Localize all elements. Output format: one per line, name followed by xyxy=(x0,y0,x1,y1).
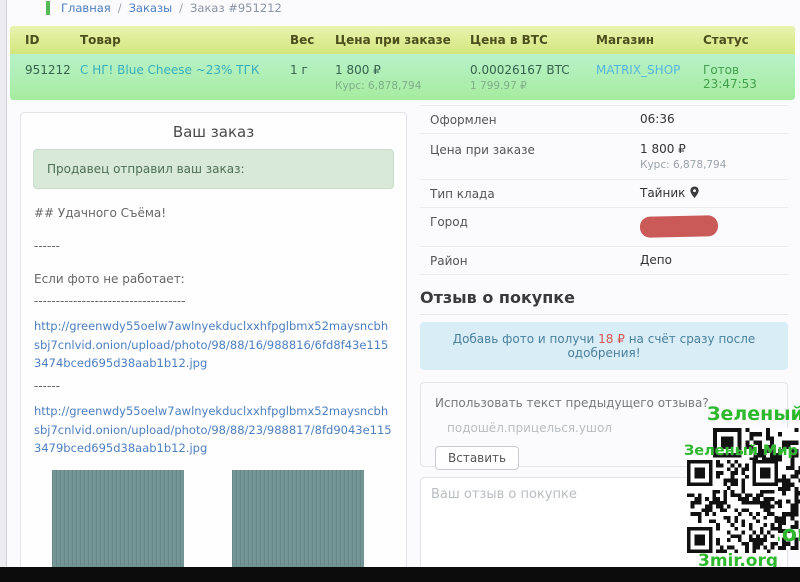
detail-value: 06:36 xyxy=(640,112,675,126)
map-pin-icon xyxy=(689,186,700,199)
order-summary-table: ID Товар Вес Цена при заказе Цена в BTC … xyxy=(10,26,795,100)
shop-link[interactable]: MATRIX_SHOP xyxy=(596,63,680,77)
order-details-table: Оформлен 06:36 Цена при заказе 1 800 ₽ К… xyxy=(420,105,788,275)
stash-photos xyxy=(52,470,406,582)
detail-label: Тип клада xyxy=(430,186,640,201)
order-page: Главная / Заказы / Заказ #951212 ID Това… xyxy=(0,0,800,582)
order-table-row: 951212 С НГ! Blue Cheese ~23% ТГК 1 г 1 … xyxy=(10,54,795,100)
message-separator: ------ xyxy=(34,237,393,255)
seller-sent-alert: Продавец отправил ваш заказ: xyxy=(33,149,394,189)
order-price-rate: Курс: 6,878,794 xyxy=(335,80,466,92)
stash-photo-thumbnail-2[interactable] xyxy=(232,470,364,582)
breadcrumb-separator: / xyxy=(179,1,183,15)
review-section-title: Отзыв о покупке xyxy=(420,288,788,315)
breadcrumb: Главная / Заказы / Заказ #951212 xyxy=(46,1,282,15)
order-price-btc-rub: 1 799.97 ₽ xyxy=(470,80,592,92)
detail-row-district: Район Депо xyxy=(420,247,788,275)
detail-value-stash: Тайник xyxy=(640,186,700,200)
detail-value: 1 800 ₽ xyxy=(640,142,726,156)
watermark-qr-code-front xyxy=(687,460,778,553)
detail-label: Цена при заказе xyxy=(430,142,640,157)
header-shop: Магазин xyxy=(596,26,703,54)
stash-photo-thumbnail-1[interactable] xyxy=(52,470,184,582)
order-price-cell: 1 800 ₽ Курс: 6,878,794 xyxy=(335,54,470,100)
breadcrumb-link-home[interactable]: Главная xyxy=(61,1,111,15)
detail-value: Депо xyxy=(640,253,672,267)
header-weight: Вес xyxy=(290,26,335,54)
detail-row-stash-type: Тип клада Тайник xyxy=(420,180,788,208)
detail-rate: Курс: 6,878,794 xyxy=(640,159,726,171)
product-link[interactable]: С НГ! Blue Cheese ~23% ТГК xyxy=(80,63,259,77)
order-weight: 1 г xyxy=(290,54,335,100)
detail-row-price: Цена при заказе 1 800 ₽ Курс: 6,878,794 xyxy=(420,134,788,180)
order-price-btc: 0.00026167 BTC xyxy=(470,63,592,77)
breadcrumb-accent-bar xyxy=(46,1,50,15)
watermark-site-name-back: Зеленый Мир xyxy=(707,403,800,425)
detail-label: Город xyxy=(430,214,640,229)
photo-link-1[interactable]: http://greenwdy55oelw7awlnyekduclxxhfpgl… xyxy=(34,317,393,373)
order-price: 1 800 ₽ xyxy=(335,63,466,77)
breadcrumb-current: Заказ #951212 xyxy=(190,1,282,15)
header-id: ID xyxy=(10,26,80,54)
message-separator: ------ xyxy=(34,377,393,395)
header-price: Цена при заказе xyxy=(335,26,470,54)
message-card-title: Ваш заказ xyxy=(21,123,406,141)
detail-label: Оформлен xyxy=(430,112,640,127)
breadcrumb-separator: / xyxy=(118,1,122,15)
order-message-card: Ваш заказ Продавец отправил ваш заказ: #… xyxy=(20,112,407,582)
message-greeting: ## Удачного Съёма! xyxy=(34,204,393,222)
promo-text: Добавь фото и получи xyxy=(453,332,595,346)
promo-text: на счёт сразу после одобрения! xyxy=(567,332,755,360)
message-dashed-line: ----------------------------------- xyxy=(34,292,393,310)
detail-row-city: Город xyxy=(420,208,788,247)
detail-value-group: 1 800 ₽ Курс: 6,878,794 xyxy=(640,142,726,171)
redacted-city-value xyxy=(640,215,718,238)
order-table-header: ID Товар Вес Цена при заказе Цена в BTC … xyxy=(10,26,795,54)
photo-link-2[interactable]: http://greenwdy55oelw7awlnyekduclxxhfpgl… xyxy=(34,402,393,458)
bottom-black-bar xyxy=(0,567,800,582)
order-btc-cell: 0.00026167 BTC 1 799.97 ₽ xyxy=(470,54,596,100)
insert-review-button[interactable]: Вставить xyxy=(435,446,519,470)
photo-broken-note: Если фото не работает: xyxy=(34,270,393,288)
detail-label: Район xyxy=(430,253,640,268)
photo-bonus-banner: Добавь фото и получи 18 ₽ на счёт сразу … xyxy=(420,322,788,370)
promo-amount: 18 ₽ xyxy=(598,332,625,346)
order-status: Готов 23:47:53 xyxy=(703,54,795,100)
watermark-site-name-front: Зеленый Мир xyxy=(684,443,798,459)
breadcrumb-link-orders[interactable]: Заказы xyxy=(129,1,173,15)
header-product: Товар xyxy=(80,26,290,54)
header-price-btc: Цена в BTC xyxy=(470,26,596,54)
order-id: 951212 xyxy=(10,54,80,100)
detail-row-created: Оформлен 06:36 xyxy=(420,105,788,134)
page-left-edge xyxy=(0,0,7,582)
header-status: Статус xyxy=(703,26,795,54)
